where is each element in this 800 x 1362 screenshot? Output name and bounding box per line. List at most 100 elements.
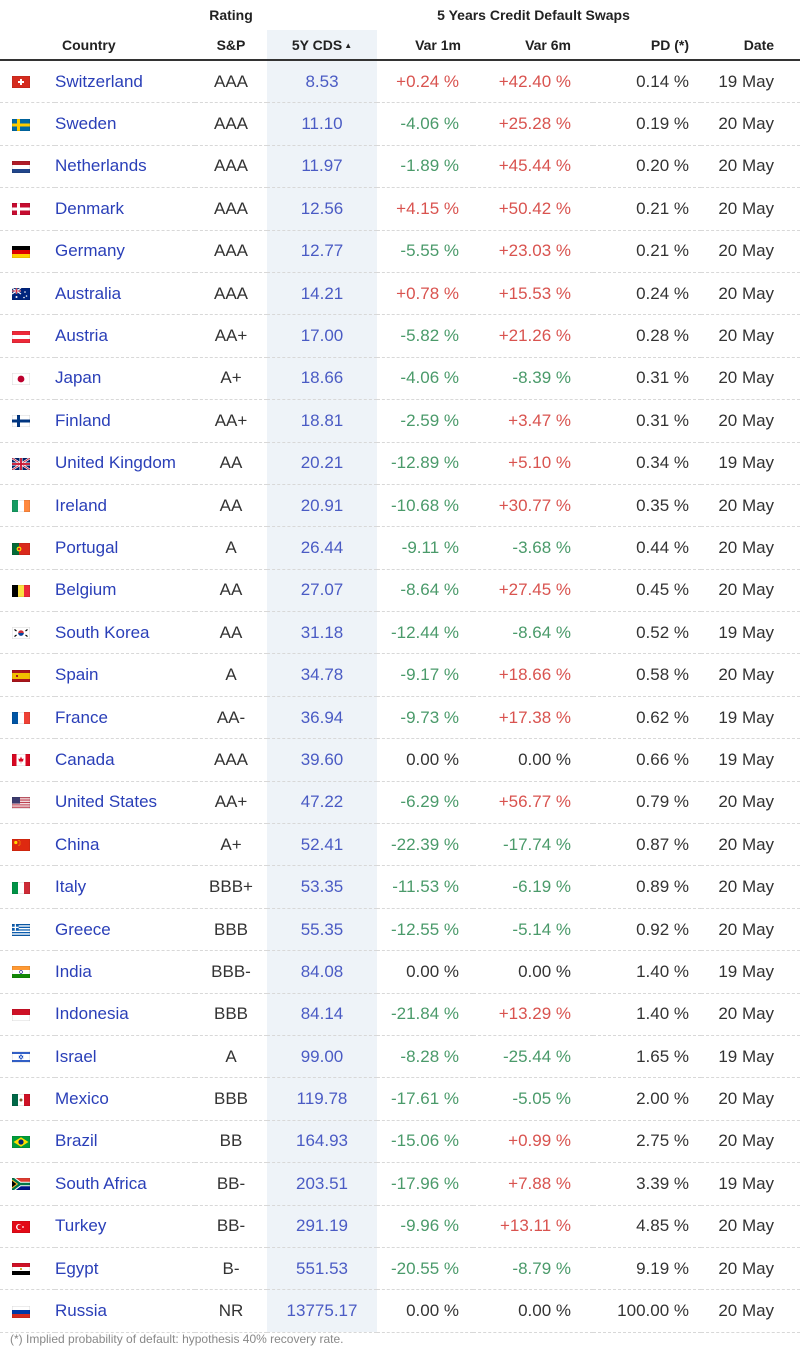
country-link[interactable]: Portugal — [55, 526, 195, 570]
country-column-header[interactable]: Country — [55, 30, 195, 61]
var-1m-value: -4.06 % — [377, 357, 473, 401]
cds-value: 20.21 — [267, 442, 377, 485]
var-1m-value: -4.06 % — [377, 102, 473, 146]
flag-cell — [0, 993, 55, 1036]
var-1m-value: -12.55 % — [377, 908, 473, 952]
country-link[interactable]: Germany — [55, 230, 195, 273]
var-6m-value: +13.11 % — [473, 1205, 593, 1248]
pd-value: 0.24 % — [593, 272, 701, 316]
sp-rating: BB — [195, 1120, 267, 1164]
turkey-flag-icon — [11, 1220, 30, 1233]
country-link[interactable]: Israel — [55, 1035, 195, 1079]
country-link[interactable]: India — [55, 950, 195, 994]
sp-rating: A+ — [195, 823, 267, 867]
country-link[interactable]: Austria — [55, 314, 195, 358]
var-6m-value: +56.77 % — [473, 781, 593, 825]
date-value: 20 May — [701, 484, 800, 528]
country-link[interactable]: China — [55, 823, 195, 867]
var-1m-value: -12.44 % — [377, 611, 473, 655]
var-6m-value: -25.44 % — [473, 1035, 593, 1079]
var-6m-value: -8.79 % — [473, 1247, 593, 1291]
var-6m-value: +27.45 % — [473, 569, 593, 613]
flag-cell — [0, 272, 55, 316]
var1m-column-header[interactable]: Var 1m — [377, 30, 473, 61]
country-link[interactable]: Australia — [55, 272, 195, 316]
country-link[interactable]: Turkey — [55, 1205, 195, 1248]
var6m-column-header[interactable]: Var 6m — [473, 30, 593, 61]
cds-table: Rating 5 Years Credit Default Swaps Coun… — [0, 0, 800, 1333]
table-row: Turkey BB- 291.19 -9.96 % +13.11 % 4.85 % 20 M… — [0, 1205, 800, 1248]
pd-value: 0.31 % — [593, 357, 701, 401]
date-value: 20 May — [701, 1205, 800, 1248]
sp-rating: BBB- — [195, 950, 267, 994]
table-row: Belgium AA 27.07 -8.64 % +27.45 % 0.45 % 20 Ma… — [0, 569, 800, 613]
date-value: 20 May — [701, 653, 800, 697]
country-link[interactable]: United Kingdom — [55, 442, 195, 485]
flag-cell — [0, 399, 55, 443]
table-row: Sweden AAA 11.10 -4.06 % +25.28 % 0.19 % 20 Ma… — [0, 102, 800, 146]
country-link[interactable]: Japan — [55, 357, 195, 401]
sp-rating: AAA — [195, 60, 267, 104]
var-1m-value: -17.61 % — [377, 1077, 473, 1121]
country-link[interactable]: Spain — [55, 653, 195, 697]
date-value: 20 May — [701, 102, 800, 146]
var-1m-value: 0.00 % — [377, 738, 473, 782]
flag-cell — [0, 526, 55, 570]
var-6m-value: +3.47 % — [473, 399, 593, 443]
country-link[interactable]: Netherlands — [55, 145, 195, 189]
pd-value: 0.21 % — [593, 230, 701, 273]
cds-column-header[interactable]: 5Y CDS ▲ — [267, 30, 377, 61]
var-1m-value: -9.17 % — [377, 653, 473, 697]
country-link[interactable]: Brazil — [55, 1120, 195, 1164]
country-link[interactable]: Finland — [55, 399, 195, 443]
country-link[interactable]: South Africa — [55, 1162, 195, 1206]
table-row: Germany AAA 12.77 -5.55 % +23.03 % 0.21 % 20 M… — [0, 230, 800, 273]
date-value: 20 May — [701, 823, 800, 867]
ireland-flag-icon — [11, 500, 30, 513]
flag-cell — [0, 1120, 55, 1164]
country-link[interactable]: Italy — [55, 865, 195, 909]
date-value: 20 May — [701, 1120, 800, 1164]
country-link[interactable]: Russia — [55, 1289, 195, 1333]
var-1m-value: 0.00 % — [377, 950, 473, 994]
country-link[interactable]: Switzerland — [55, 60, 195, 104]
country-link[interactable]: South Korea — [55, 611, 195, 655]
sp-column-header[interactable]: S&P — [195, 30, 267, 61]
table-row: South Korea AA 31.18 -12.44 % -8.64 % 0.52 % 1… — [0, 611, 800, 655]
country-link[interactable]: Mexico — [55, 1077, 195, 1121]
date-value: 20 May — [701, 908, 800, 952]
cds-value: 18.81 — [267, 399, 377, 443]
var-6m-value: -8.64 % — [473, 611, 593, 655]
var-1m-value: -20.55 % — [377, 1247, 473, 1291]
country-link[interactable]: Denmark — [55, 187, 195, 231]
flag-cell — [0, 1289, 55, 1333]
country-link[interactable]: Sweden — [55, 102, 195, 146]
pd-value: 1.65 % — [593, 1035, 701, 1079]
sp-rating: AAA — [195, 102, 267, 146]
sp-rating: AA- — [195, 696, 267, 740]
cds-value: 26.44 — [267, 526, 377, 570]
country-link[interactable]: Indonesia — [55, 993, 195, 1036]
country-link[interactable]: Ireland — [55, 484, 195, 528]
country-link[interactable]: France — [55, 696, 195, 740]
brazil-flag-icon — [11, 1135, 30, 1148]
pd-column-header[interactable]: PD (*) — [593, 30, 701, 61]
cds-value: 99.00 — [267, 1035, 377, 1079]
country-link[interactable]: Egypt — [55, 1247, 195, 1291]
finland-flag-icon — [11, 415, 30, 428]
australia-flag-icon — [11, 288, 30, 301]
var-1m-value: -2.59 % — [377, 399, 473, 443]
cds-value: 52.41 — [267, 823, 377, 867]
var-1m-value: +0.24 % — [377, 60, 473, 104]
country-link[interactable]: Belgium — [55, 569, 195, 613]
var-1m-value: +0.78 % — [377, 272, 473, 316]
country-link[interactable]: Greece — [55, 908, 195, 952]
date-column-header[interactable]: Date — [701, 30, 800, 61]
var-1m-value: -15.06 % — [377, 1120, 473, 1164]
date-value: 20 May — [701, 1077, 800, 1121]
country-link[interactable]: United States — [55, 781, 195, 825]
pd-value: 0.44 % — [593, 526, 701, 570]
pd-value: 2.75 % — [593, 1120, 701, 1164]
country-link[interactable]: Canada — [55, 738, 195, 782]
sp-rating: AAA — [195, 738, 267, 782]
